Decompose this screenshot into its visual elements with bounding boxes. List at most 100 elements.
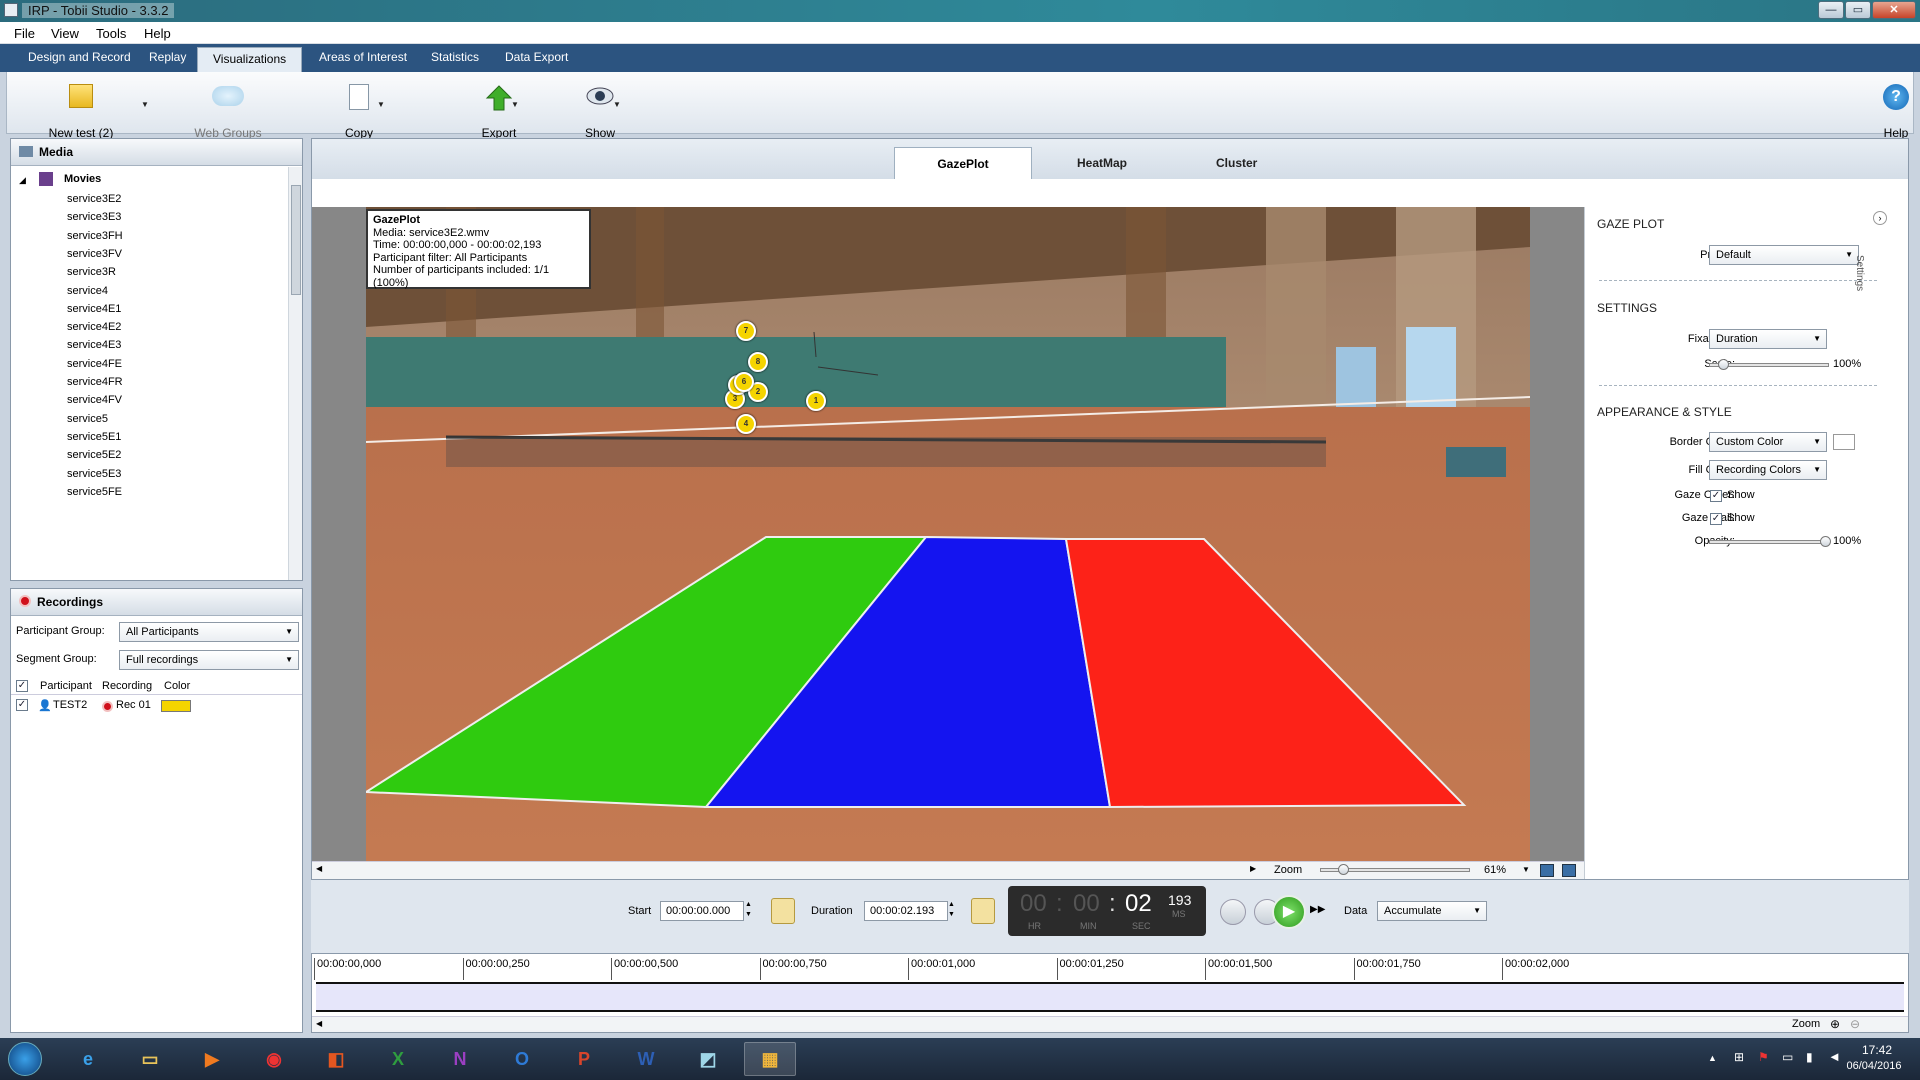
col-participant[interactable]: Participant xyxy=(40,680,92,692)
tab-areas-of-interest[interactable]: Areas of Interest xyxy=(319,50,407,64)
stimulus-hscrollbar[interactable]: ◀ ▶ Zoom 61% ▼ xyxy=(312,861,1585,879)
actual-size-icon[interactable] xyxy=(1562,864,1576,877)
help-button[interactable]: ? Help xyxy=(1883,84,1909,140)
tab-visualizations[interactable]: Visualizations xyxy=(197,47,303,72)
play-button[interactable]: ▶ xyxy=(1272,895,1306,929)
scroll-right-icon[interactable]: ▶ xyxy=(1250,864,1256,873)
settings-side-tab[interactable]: Settings xyxy=(1854,255,1865,291)
media-item[interactable]: service3FV xyxy=(67,248,122,260)
media-scrollbar[interactable] xyxy=(288,167,302,580)
export-button[interactable]: Export xyxy=(482,84,516,140)
flag-icon[interactable]: ⚑ xyxy=(1758,1050,1769,1064)
tobii-studio-icon[interactable]: ◩ xyxy=(682,1042,734,1076)
media-item[interactable]: service4E2 xyxy=(67,321,121,333)
media-item[interactable]: service4E3 xyxy=(67,339,121,351)
media-item[interactable]: service4FR xyxy=(67,376,123,388)
select-all-checkbox[interactable]: ✓ xyxy=(16,680,28,692)
tab-cluster[interactable]: Cluster xyxy=(1216,156,1257,170)
fill-color-select[interactable]: Recording Colors ▼ xyxy=(1709,460,1827,480)
menu-tools[interactable]: Tools xyxy=(96,26,126,41)
segment-group-select[interactable]: Full recordings ▼ xyxy=(119,650,299,670)
collapse-panel-icon[interactable]: › xyxy=(1873,211,1887,225)
start-time-input[interactable]: 00:00:00.000 xyxy=(660,901,744,921)
collapse-icon[interactable]: ◢ xyxy=(19,175,26,186)
col-recording[interactable]: Recording xyxy=(102,680,152,692)
zoom-slider-thumb[interactable] xyxy=(1338,864,1349,875)
fit-view-icon[interactable] xyxy=(1540,864,1554,877)
fixations-select[interactable]: Duration ▼ xyxy=(1709,329,1827,349)
copy-dropdown-icon[interactable]: ▼ xyxy=(377,100,385,109)
media-item[interactable]: service4FV xyxy=(67,394,122,406)
media-item[interactable]: service3E3 xyxy=(67,211,121,223)
fixation-4[interactable]: 4 xyxy=(736,414,756,434)
duration-input[interactable]: 00:00:02.193 xyxy=(864,901,948,921)
start-stepper[interactable]: ▲ ▼ xyxy=(745,900,752,920)
movies-folder[interactable]: Movies xyxy=(64,173,101,185)
opacity-slider[interactable] xyxy=(1709,540,1829,544)
scroll-left-icon[interactable]: ◀ xyxy=(316,1019,322,1028)
powerpoint-icon[interactable]: P xyxy=(558,1042,610,1076)
duration-stepper[interactable]: ▲ ▼ xyxy=(948,900,955,920)
network-icon[interactable]: ▮ xyxy=(1806,1050,1813,1064)
col-color[interactable]: Color xyxy=(164,680,190,692)
tray-expand-icon[interactable]: ▲ xyxy=(1708,1053,1717,1063)
zoom-out-icon[interactable]: ⊖ xyxy=(1850,1017,1860,1031)
media-item[interactable]: service4FE xyxy=(67,358,122,370)
scroll-left-icon[interactable]: ◀ xyxy=(316,864,322,873)
web-groups-button[interactable]: Web Groups xyxy=(194,84,262,140)
file-explorer-icon[interactable]: ▭ xyxy=(124,1042,176,1076)
start-button[interactable] xyxy=(8,1042,42,1076)
zoom-dropdown-icon[interactable]: ▼ xyxy=(1522,865,1530,874)
tab-replay[interactable]: Replay xyxy=(149,50,186,64)
media-item[interactable]: service3R xyxy=(67,266,116,278)
fixation-8[interactable]: 8 xyxy=(748,352,768,372)
menu-view[interactable]: View xyxy=(51,26,79,41)
border-color-swatch[interactable] xyxy=(1833,434,1855,450)
display-icon[interactable]: ▭ xyxy=(1782,1050,1793,1064)
preset-select[interactable]: Default ▼ xyxy=(1709,245,1859,265)
recording-color-swatch[interactable] xyxy=(161,700,191,712)
recording-row[interactable]: ✓ 👤 TEST2 Rec 01 xyxy=(11,696,302,714)
start-lock-icon[interactable] xyxy=(771,898,795,924)
data-mode-select[interactable]: Accumulate ▼ xyxy=(1377,901,1487,921)
show-dropdown-icon[interactable]: ▼ xyxy=(613,100,621,109)
media-item[interactable]: service4 xyxy=(67,285,108,297)
clock-time[interactable]: 17:42 xyxy=(1852,1043,1902,1057)
new-test-button[interactable]: New test (2) xyxy=(49,84,113,140)
opacity-slider-thumb[interactable] xyxy=(1820,536,1831,547)
clock-date[interactable]: 06/04/2016 xyxy=(1834,1060,1914,1072)
media-item[interactable]: service5E2 xyxy=(67,449,121,461)
gaze-order-checkbox[interactable]: ✓ xyxy=(1710,490,1722,502)
windows-tray-icon[interactable]: ⊞ xyxy=(1734,1050,1744,1064)
office-icon[interactable]: ◧ xyxy=(310,1042,362,1076)
zoom-in-icon[interactable]: ⊕ xyxy=(1830,1017,1840,1031)
timeline-track[interactable] xyxy=(316,982,1904,1012)
timeline-scrollbar[interactable]: ◀ Zoom ⊕ ⊖ xyxy=(312,1016,1908,1032)
minimize-button[interactable]: — xyxy=(1818,1,1844,19)
scale-slider-thumb[interactable] xyxy=(1718,359,1729,370)
export-dropdown-icon[interactable]: ▼ xyxy=(511,100,519,109)
zoom-value[interactable]: 61% xyxy=(1484,864,1506,876)
media-item[interactable]: service4E1 xyxy=(67,303,121,315)
recording-checkbox[interactable]: ✓ xyxy=(16,699,28,711)
border-color-select[interactable]: Custom Color ▼ xyxy=(1709,432,1827,452)
word-icon[interactable]: W xyxy=(620,1042,672,1076)
clapper-app-icon[interactable]: ▦ xyxy=(744,1042,796,1076)
tab-statistics[interactable]: Statistics xyxy=(431,50,479,64)
new-test-dropdown-icon[interactable]: ▼ xyxy=(141,100,149,109)
tab-data-export[interactable]: Data Export xyxy=(505,50,568,64)
internet-explorer-icon[interactable]: e xyxy=(62,1042,114,1076)
menu-file[interactable]: File xyxy=(14,26,35,41)
media-player-icon[interactable]: ▶ xyxy=(186,1042,238,1076)
fast-forward-button[interactable]: ▶▶ xyxy=(1310,904,1325,915)
menu-help[interactable]: Help xyxy=(144,26,171,41)
media-item[interactable]: service5FE xyxy=(67,486,122,498)
media-item[interactable]: service5E3 xyxy=(67,468,121,480)
chrome-icon[interactable]: ◉ xyxy=(248,1042,300,1076)
tab-design-and-record[interactable]: Design and Record xyxy=(28,50,131,64)
onenote-icon[interactable]: N xyxy=(434,1042,486,1076)
close-button[interactable]: ✕ xyxy=(1872,1,1916,19)
media-scroll-thumb[interactable] xyxy=(291,185,301,295)
fixation-7[interactable]: 7 xyxy=(736,321,756,341)
media-item[interactable]: service3FH xyxy=(67,230,123,242)
